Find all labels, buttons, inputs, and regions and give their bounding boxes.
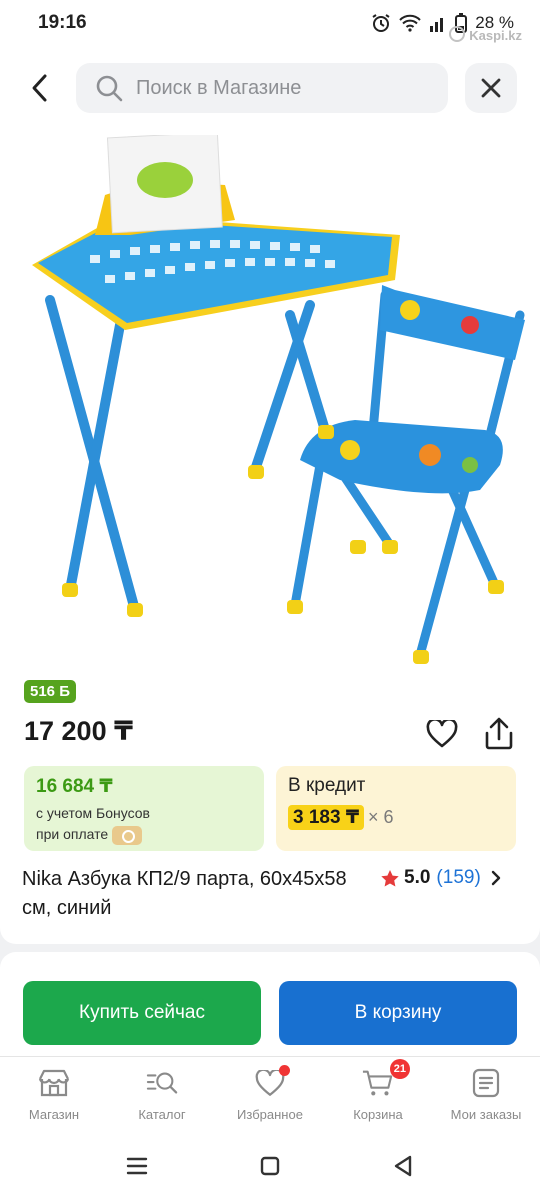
nav-label-orders: Мои заказы: [450, 1107, 522, 1122]
share-icon: [485, 717, 513, 750]
bonus-price: 16 684 ₸: [36, 776, 113, 797]
heart-icon: [254, 1065, 290, 1099]
alarm-icon: [371, 13, 391, 33]
search-box[interactable]: [76, 63, 448, 113]
desk-chair-illustration: [32, 135, 525, 664]
signal-icon: [429, 14, 447, 32]
review-count: (159): [436, 867, 481, 888]
star-icon: [381, 869, 399, 886]
catalog-search-icon: [146, 1067, 178, 1099]
recent-apps-button[interactable]: [117, 1146, 157, 1186]
favorite-button[interactable]: [424, 716, 460, 752]
credit-box[interactable]: В кредит 3 183 ₸ × 6: [276, 766, 516, 851]
credit-multiplier: × 6: [368, 807, 394, 827]
rating-link[interactable]: 5.0 (159): [380, 867, 501, 889]
triangle-back-icon: [395, 1155, 412, 1177]
nav-label-shop: Магазин: [28, 1107, 80, 1122]
back-button[interactable]: [20, 66, 60, 110]
search-icon: [96, 75, 123, 102]
kaspi-pay-icon: [112, 825, 143, 845]
cart-icon: 21: [362, 1059, 410, 1099]
bonus-line2: при оплате: [36, 826, 109, 842]
bonus-badge: 516 Б: [24, 680, 76, 703]
credit-row: 3 183 ₸ × 6: [288, 805, 504, 830]
heart-icon: [426, 720, 458, 748]
rating-value: 5.0: [404, 867, 431, 888]
wifi-icon: [399, 14, 421, 32]
add-to-cart-button[interactable]: В корзину: [279, 981, 517, 1045]
credit-label: В кредит: [288, 775, 366, 796]
share-button[interactable]: [481, 716, 517, 752]
product-title: Nika Азбука КП2/9 парта, 60x45x58 см, си…: [22, 868, 347, 919]
nav-item-orders[interactable]: Мои заказы: [432, 1057, 540, 1132]
search-input[interactable]: [136, 76, 426, 100]
watermark-text: Kaspi.kz: [469, 28, 522, 43]
nav-item-favorites[interactable]: Избранное: [216, 1057, 324, 1132]
recent-apps-icon: [126, 1157, 147, 1175]
system-back-button[interactable]: [383, 1146, 423, 1186]
cart-count-badge: 21: [389, 1059, 410, 1079]
close-button[interactable]: [465, 63, 517, 113]
bonus-line1: с учетом Бонусов: [36, 805, 150, 821]
status-time: 19:16: [38, 12, 87, 33]
system-nav-bar: [0, 1132, 540, 1200]
action-bar: Купить сейчас В корзину: [0, 952, 540, 1056]
kaspi-logo-icon: [449, 26, 466, 45]
product-price: 17 200 ₸: [24, 716, 133, 746]
close-icon: [481, 78, 501, 98]
home-icon: [260, 1156, 280, 1176]
bonus-price-box[interactable]: 16 684 ₸ с учетом Бонусов при оплате: [24, 766, 264, 851]
product-card: 516 Б 17 200 ₸ 16 684 ₸ с учетом Бонусов…: [0, 130, 540, 944]
buy-now-button[interactable]: Купить сейчас: [23, 981, 261, 1045]
nav-label-favorites: Избранное: [237, 1107, 303, 1122]
favorites-dot-badge: [279, 1065, 290, 1076]
shop-icon: [38, 1067, 70, 1099]
bonus-description: с учетом Бонусов при оплате: [36, 803, 252, 845]
nav-item-cart[interactable]: 21 Корзина: [324, 1057, 432, 1132]
product-image[interactable]: [0, 130, 540, 670]
watermark: Kaspi.kz: [449, 26, 522, 45]
nav-item-shop[interactable]: Магазин: [0, 1057, 108, 1132]
bonus-line2-wrap: при оплате: [36, 824, 252, 845]
orders-icon: [470, 1067, 502, 1099]
home-button[interactable]: [250, 1146, 290, 1186]
chevron-right-icon: [491, 870, 500, 886]
nav-label-catalog: Каталог: [138, 1107, 186, 1122]
bottom-nav: Магазин Каталог Избранное 21 Корзина Мои…: [0, 1056, 540, 1132]
nav-label-cart: Корзина: [353, 1107, 403, 1122]
nav-item-catalog[interactable]: Каталог: [108, 1057, 216, 1132]
top-bar: [0, 46, 540, 130]
credit-amount: 3 183 ₸: [288, 805, 365, 830]
chevron-left-icon: [32, 74, 47, 102]
